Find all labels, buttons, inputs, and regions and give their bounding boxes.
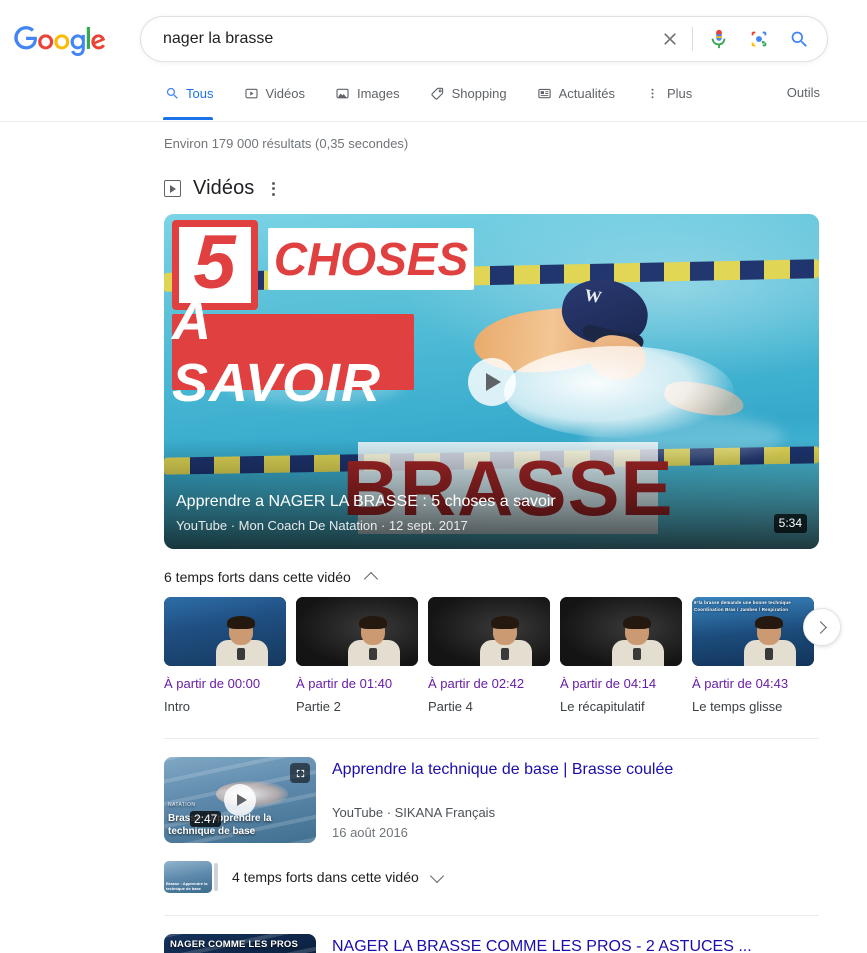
key-moment-thumbnail[interactable] bbox=[164, 597, 286, 666]
key-moments-toggle[interactable]: 6 temps forts dans cette vidéo bbox=[164, 569, 867, 585]
key-moment-thumbnail[interactable] bbox=[560, 597, 682, 666]
results-container: Environ 179 000 résultats (0,35 secondes… bbox=[0, 122, 867, 953]
result-body: Apprendre la technique de base | Brasse … bbox=[332, 757, 673, 843]
result-key-moments-label: 4 temps forts dans cette vidéo bbox=[232, 869, 419, 885]
result-title-link[interactable]: NAGER LA BRASSE COMME LES PROS - 2 ASTUC… bbox=[332, 936, 752, 953]
key-moment-label: Partie 2 bbox=[296, 699, 341, 714]
search-icon bbox=[164, 85, 180, 101]
key-moment-label: Partie 4 bbox=[428, 699, 473, 714]
key-moment-item[interactable]: À partir de 02:42 Partie 4 bbox=[428, 597, 550, 716]
search-result-item: NATATION Brasse : Apprendre la technique… bbox=[164, 739, 819, 843]
videos-section-header: Vidéos bbox=[164, 177, 867, 200]
videos-section-menu-icon[interactable] bbox=[266, 178, 281, 200]
tab-tous[interactable]: Tous bbox=[162, 78, 225, 120]
tools-button[interactable]: Outils bbox=[787, 85, 820, 100]
key-moment-time[interactable]: À partir de 02:42 bbox=[428, 675, 550, 693]
news-icon bbox=[537, 85, 553, 101]
videos-section-title: Vidéos bbox=[193, 177, 255, 199]
key-moment-label: Le temps glisse bbox=[692, 699, 783, 714]
result-body: NAGER LA BRASSE COMME LES PROS - 2 ASTUC… bbox=[332, 934, 752, 953]
tab-label: Actualités bbox=[558, 86, 615, 101]
search-input[interactable] bbox=[141, 30, 650, 48]
key-moment-label: Intro bbox=[164, 699, 191, 714]
tag-icon bbox=[430, 85, 446, 101]
key-moments-label: 6 temps forts dans cette vidéo bbox=[164, 569, 351, 585]
thumb-overlay-top: NATATION bbox=[168, 802, 196, 808]
page-header bbox=[0, 0, 867, 78]
key-moment-time[interactable]: À partir de 00:00 bbox=[164, 675, 286, 693]
tab-label: Shopping bbox=[451, 86, 507, 101]
tab-shopping[interactable]: Shopping bbox=[430, 78, 519, 120]
chevron-right-icon bbox=[814, 620, 827, 634]
key-moment-thumbnail[interactable] bbox=[296, 597, 418, 666]
voice-search-icon[interactable] bbox=[699, 19, 739, 59]
thumb-overlay-word1: CHOSES bbox=[268, 228, 474, 290]
clear-search-icon[interactable] bbox=[650, 19, 690, 59]
tab-label: Plus bbox=[666, 86, 693, 101]
key-moment-item[interactable]: À partir de 01:40 Partie 2 bbox=[296, 597, 418, 716]
tab-plus[interactable]: Plus bbox=[645, 78, 704, 120]
key-moment-item[interactable]: À partir de 04:14 Le récapitulatif bbox=[560, 597, 682, 716]
video-icon bbox=[243, 85, 259, 101]
key-moment-item[interactable]: À partir de 00:00 Intro bbox=[164, 597, 286, 716]
carousel-next-button[interactable] bbox=[803, 608, 841, 646]
key-moment-time[interactable]: À partir de 04:14 bbox=[560, 675, 682, 693]
chevron-up-icon[interactable] bbox=[365, 570, 379, 584]
play-icon[interactable] bbox=[467, 357, 516, 406]
swimmer-figure bbox=[471, 273, 774, 439]
search-divider bbox=[692, 27, 693, 51]
result-thumbnail[interactable]: NAGER COMME LES PROS bbox=[164, 934, 316, 953]
result-thumbnail[interactable]: NATATION Brasse : Apprendre la technique… bbox=[164, 757, 316, 843]
tab-label: Vidéos bbox=[265, 86, 305, 101]
hero-caption: Apprendre a NAGER LA BRASSE : 5 choses a… bbox=[176, 491, 749, 535]
search-result-item: NAGER COMME LES PROS NAGER LA BRASSE COM… bbox=[164, 916, 819, 953]
search-bar[interactable] bbox=[140, 16, 828, 62]
key-moment-item[interactable]: 6°la brasse demande une bonne technique … bbox=[692, 597, 814, 716]
key-moment-thumbnail[interactable] bbox=[428, 597, 550, 666]
more-vertical-icon bbox=[645, 85, 661, 101]
video-icon bbox=[164, 180, 181, 197]
thumb-overlay-top: NAGER COMME LES PROS bbox=[170, 939, 299, 950]
thumb-overlay-word2: À SAVOIR bbox=[172, 291, 414, 413]
key-moment-thumbnail[interactable]: 6°la brasse demande une bonne technique … bbox=[692, 597, 814, 666]
expand-icon[interactable] bbox=[290, 763, 310, 783]
stack-thumb-caption: Brasse : Apprendre la technique de base bbox=[166, 881, 208, 891]
tab-actualites[interactable]: Actualités bbox=[537, 78, 627, 120]
result-date: 16 août 2016 bbox=[332, 825, 408, 840]
hero-video-meta: YouTube · Mon Coach De Natation · 12 sep… bbox=[176, 518, 468, 533]
tab-label: Tous bbox=[186, 86, 214, 101]
tab-videos[interactable]: Vidéos bbox=[243, 78, 317, 120]
search-tabs: Tous Vidéos Images Shopping Actualités P… bbox=[0, 78, 867, 122]
key-moments-carousel: À partir de 00:00 Intro À partir de 01:4… bbox=[164, 597, 841, 716]
key-moment-time[interactable]: À partir de 01:40 bbox=[296, 675, 418, 693]
result-stats: Environ 179 000 résultats (0,35 secondes… bbox=[164, 136, 409, 151]
image-icon bbox=[335, 85, 351, 101]
result-title-link[interactable]: Apprendre la technique de base | Brasse … bbox=[332, 759, 673, 781]
video-duration-badge: 5:34 bbox=[773, 514, 807, 533]
key-moment-label: Le récapitulatif bbox=[560, 699, 645, 714]
chevron-down-icon[interactable] bbox=[431, 870, 445, 884]
key-moment-overlay-text: 6°la brasse demande une bonne technique … bbox=[694, 600, 791, 612]
result-key-moments-toggle[interactable]: Brasse : Apprendre la technique de base … bbox=[164, 861, 819, 893]
search-submit-icon[interactable] bbox=[779, 19, 819, 59]
tab-images[interactable]: Images bbox=[335, 78, 412, 120]
google-logo[interactable] bbox=[14, 26, 106, 57]
lens-search-icon[interactable] bbox=[739, 19, 779, 59]
hero-video-title[interactable]: Apprendre a NAGER LA BRASSE : 5 choses a… bbox=[176, 491, 749, 513]
result-source: YouTube · SIKANA Français bbox=[332, 805, 496, 820]
video-duration-badge: 2:47 bbox=[190, 811, 222, 827]
hero-video-card[interactable]: 5 CHOSES À SAVOIR BRASSE Apprendre a NAG… bbox=[164, 214, 819, 549]
key-moment-time[interactable]: À partir de 04:43 bbox=[692, 675, 814, 693]
tab-label: Images bbox=[356, 86, 400, 101]
key-moments-stack-thumbnail[interactable]: Brasse : Apprendre la technique de base bbox=[164, 861, 220, 893]
